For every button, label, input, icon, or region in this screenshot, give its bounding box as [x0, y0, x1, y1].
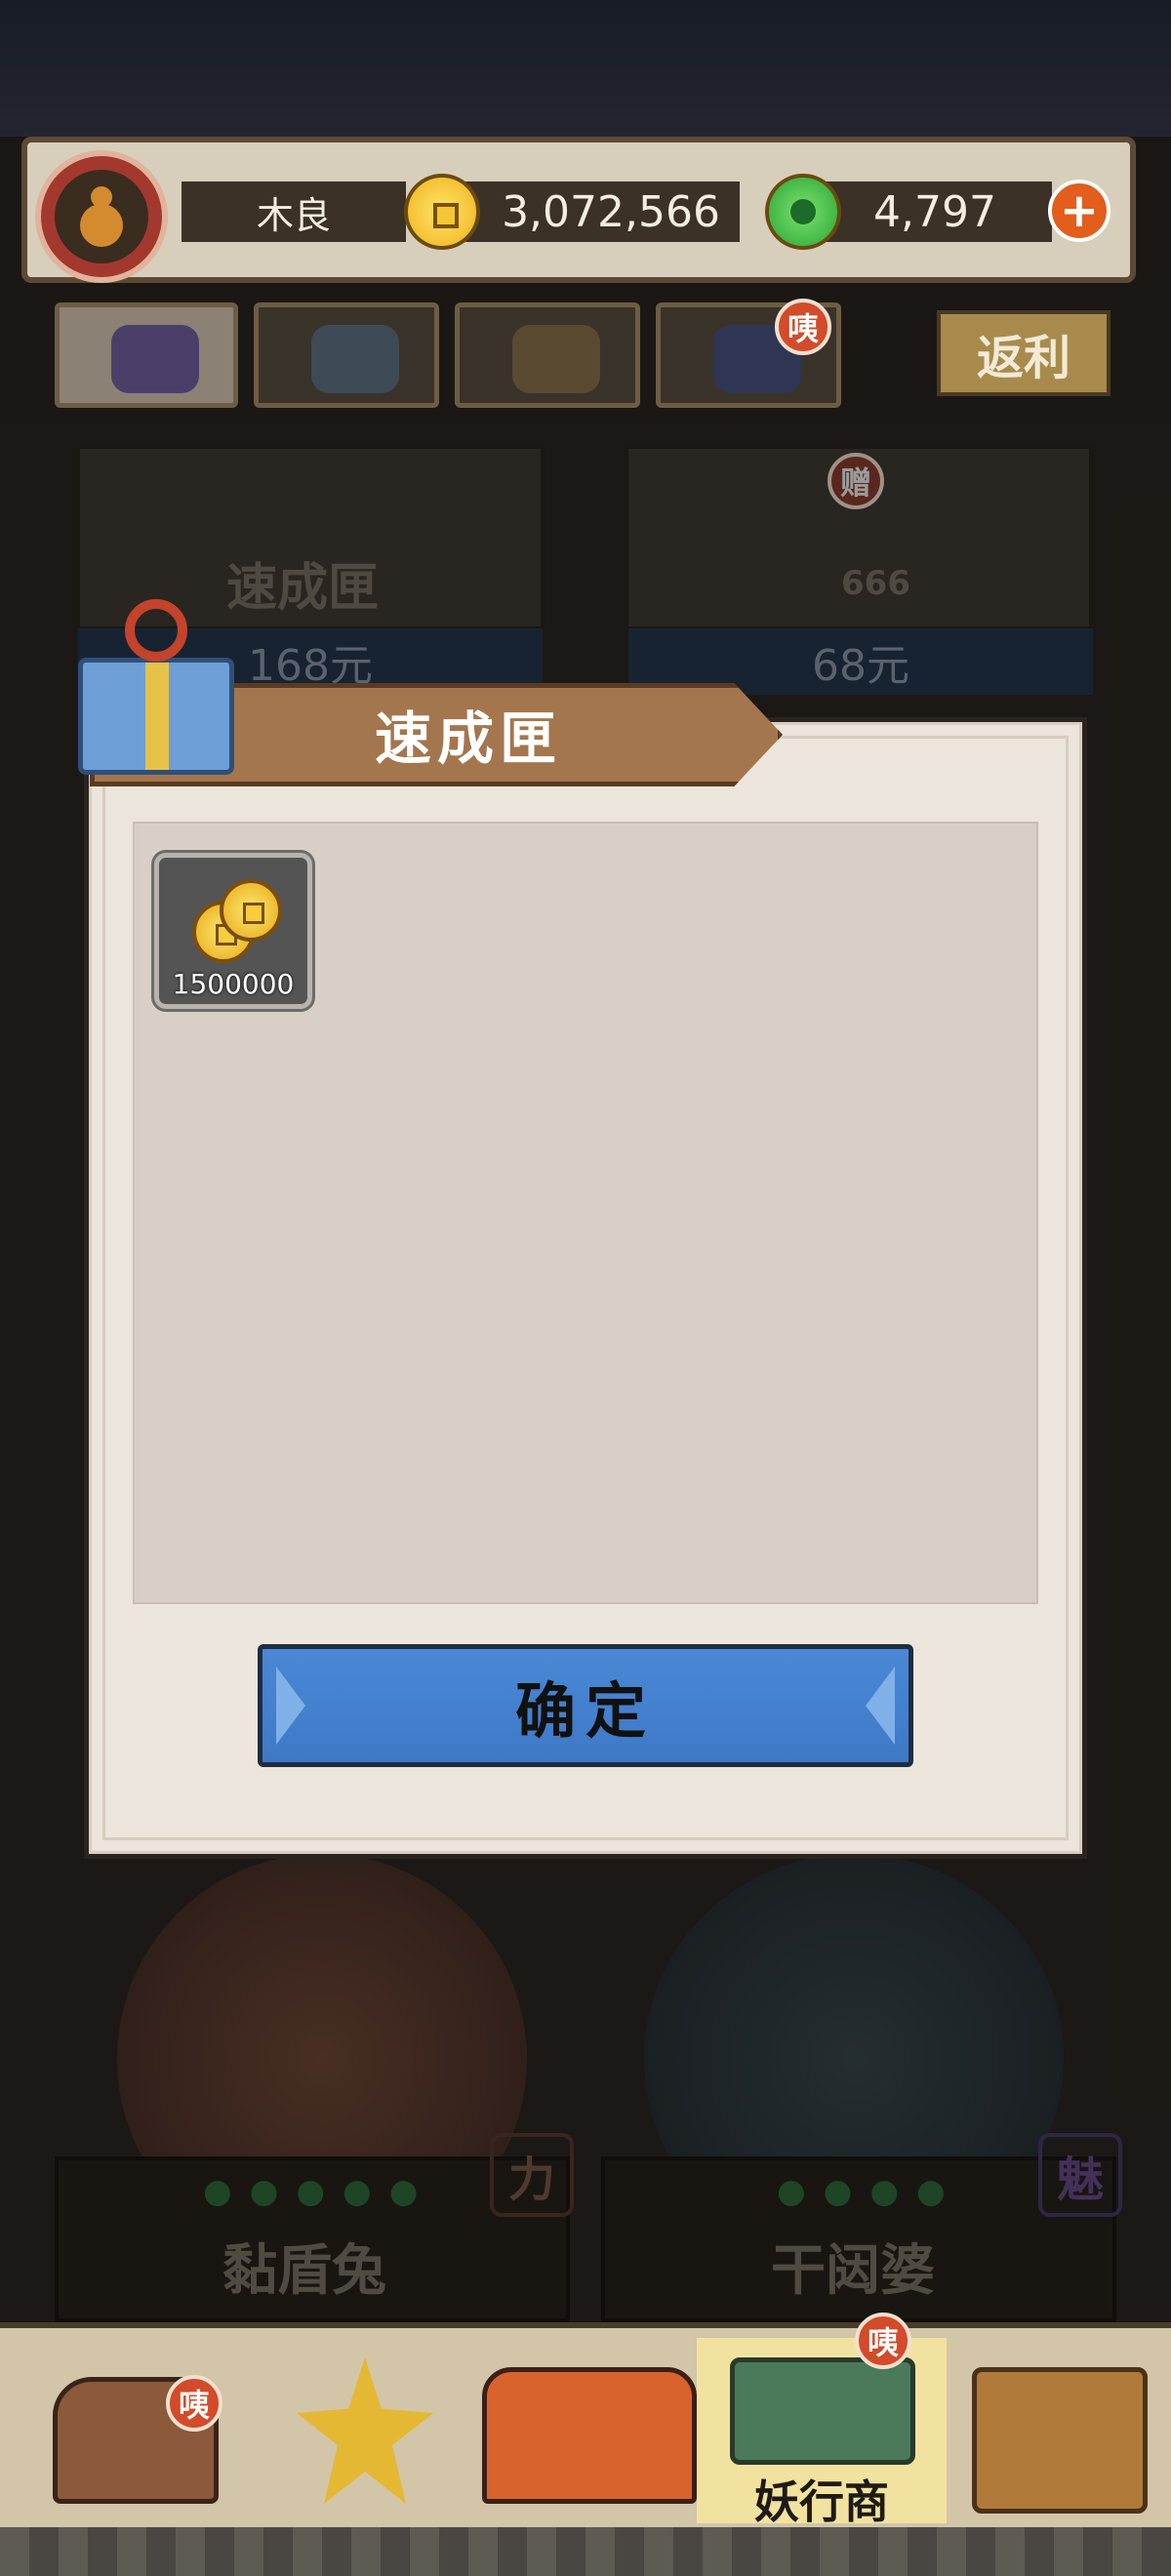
tab-basket[interactable]: [455, 302, 640, 408]
eye-icon: [311, 325, 399, 393]
avatar[interactable]: [35, 150, 168, 283]
confirm-button[interactable]: 确定: [258, 1644, 913, 1767]
basket-icon: [512, 325, 600, 393]
tab-notice-badge: 咦: [775, 299, 831, 355]
nav-compass-book[interactable]: [962, 2338, 1167, 2523]
reward-item[interactable]: 1500000: [154, 853, 312, 1009]
merchant-cart-icon: [730, 2357, 915, 2465]
gold-coin-icon: [404, 174, 480, 250]
nav-badge: 咦: [855, 2313, 911, 2369]
jade-coin-icon: [765, 174, 841, 250]
gourd-icon: [55, 170, 148, 263]
sky-background: [0, 0, 1171, 137]
tab-monster[interactable]: [55, 302, 238, 408]
monster-icon: [111, 325, 200, 393]
nav-label: 妖行商: [754, 2475, 889, 2528]
compass-book-icon: [972, 2367, 1148, 2514]
nav-treasure-chest[interactable]: [33, 2338, 238, 2523]
jade-amount: 4,797: [818, 181, 1052, 242]
player-name: 木良: [182, 181, 406, 242]
dialog-title: 速成匣: [374, 705, 562, 772]
gold-coins-icon: [192, 879, 282, 969]
nav-star-trophy[interactable]: [258, 2338, 463, 2523]
rebate-button[interactable]: 返利: [937, 310, 1110, 396]
gate-icon: [482, 2367, 697, 2504]
gift-box-icon: [78, 599, 238, 781]
star-trophy-icon: [297, 2357, 433, 2504]
game-screen: { "player": {"name": "木良", "gold": "3,07…: [0, 0, 1171, 2576]
footer-pattern: [0, 2527, 1171, 2576]
nav-badge: 咦: [166, 2375, 222, 2432]
reward-item-count: 1500000: [172, 968, 295, 1000]
gold-amount: 3,072,566: [447, 181, 740, 242]
tab-eye[interactable]: [254, 302, 439, 408]
resource-header: 木良 3,072,566 4,797 +: [21, 137, 1136, 283]
add-currency-button[interactable]: +: [1048, 180, 1110, 242]
nav-yao-gate[interactable]: [472, 2338, 697, 2523]
